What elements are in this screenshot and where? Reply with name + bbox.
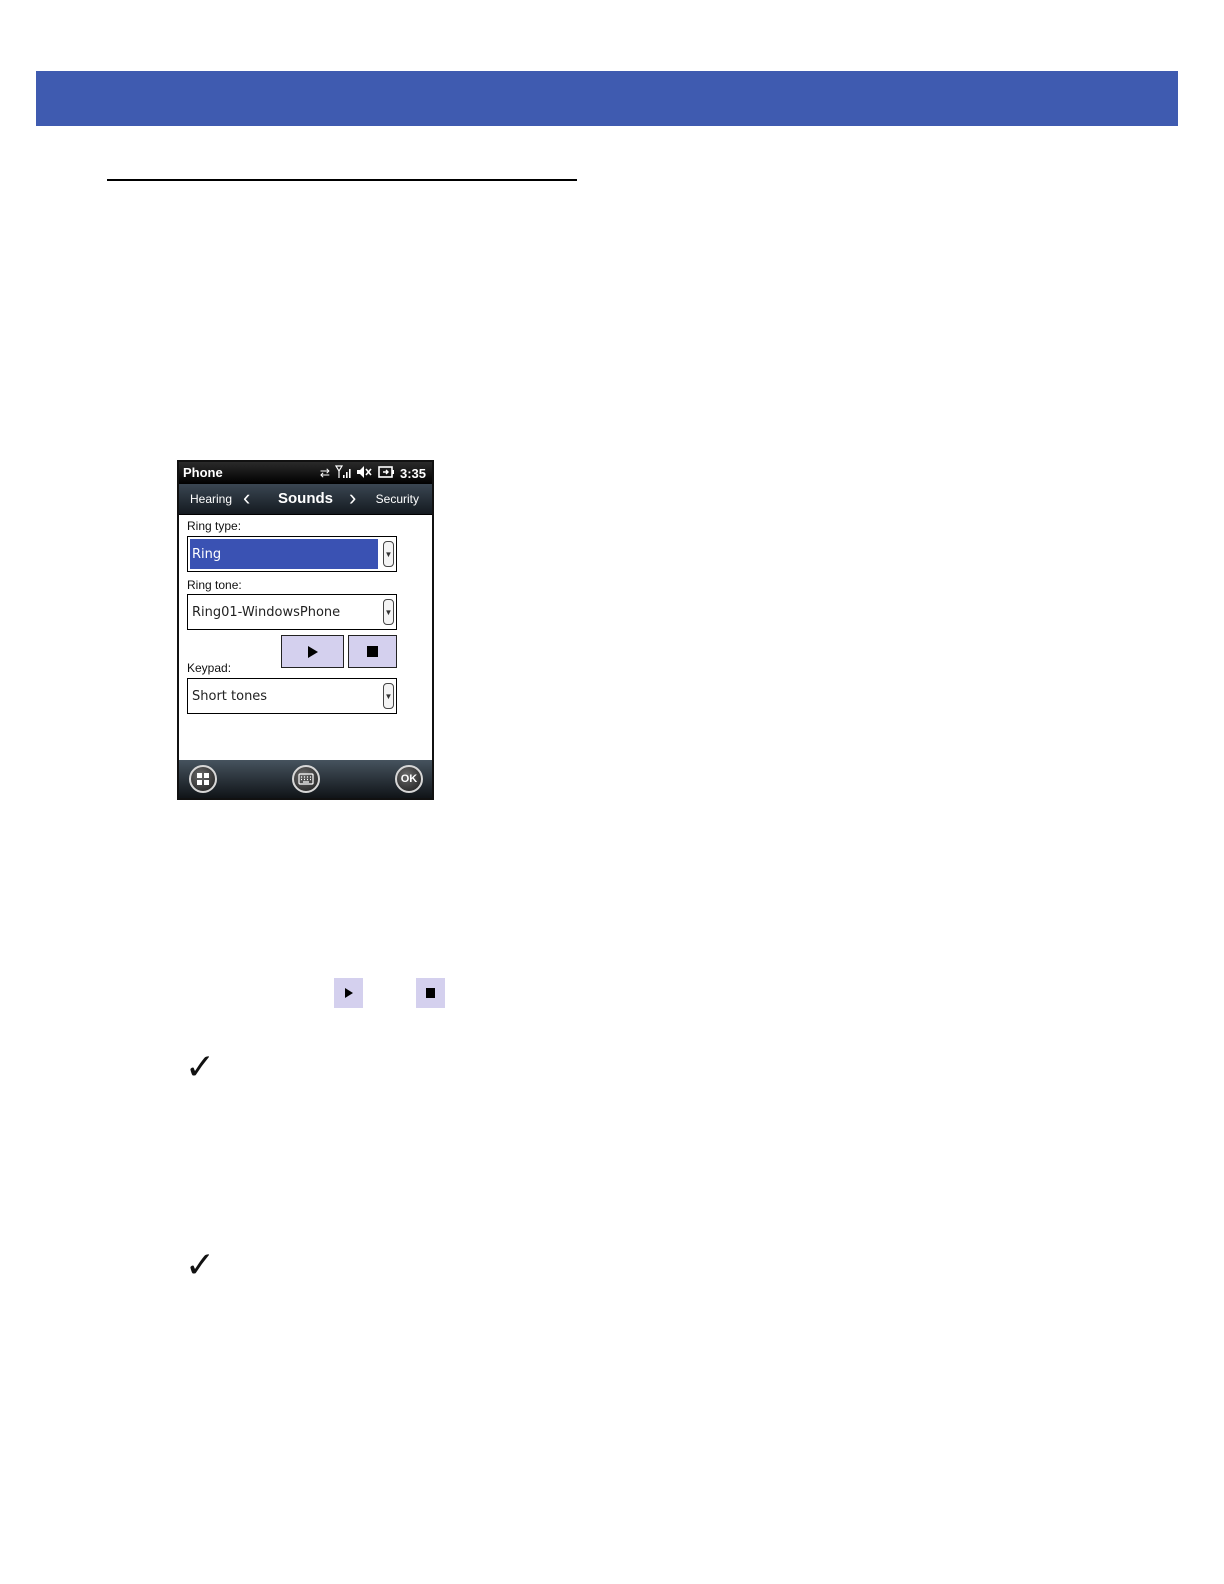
speaker-muted-icon <box>356 465 373 482</box>
play-icon <box>307 645 318 658</box>
sync-icon: ⇄ <box>319 466 330 480</box>
soft-key-bar: OK <box>179 760 432 798</box>
ok-button[interactable]: OK <box>395 765 423 793</box>
ring-type-label: Ring type: <box>187 519 242 533</box>
status-icons: ⇄ 3:35 <box>320 464 426 482</box>
chevron-right-icon[interactable]: › <box>349 485 356 511</box>
tab-security[interactable]: Security <box>376 492 419 506</box>
dropdown-arrow-icon[interactable]: ▼ <box>383 541 394 567</box>
keyboard-button[interactable] <box>292 765 320 793</box>
signal-icon <box>334 464 351 482</box>
keypad-value: Short tones <box>192 688 268 704</box>
chapter-header-bar <box>36 71 1178 126</box>
dropdown-arrow-icon[interactable]: ▼ <box>383 683 394 709</box>
keypad-dropdown[interactable]: Short tones ▼ <box>187 678 397 714</box>
status-bar: Phone ⇄ 3:35 <box>179 462 432 484</box>
section-rule <box>107 179 577 181</box>
status-time: 3:35 <box>399 465 426 481</box>
ring-type-value: Ring <box>190 539 378 569</box>
stop-icon <box>367 646 378 657</box>
ring-tone-value: Ring01-WindowsPhone <box>192 604 341 620</box>
ring-type-dropdown[interactable]: Ring ▼ <box>187 536 397 572</box>
settings-tab-nav: Hearing ‹ Sounds › Security <box>179 484 432 515</box>
ring-tone-dropdown[interactable]: Ring01-WindowsPhone ▼ <box>187 594 397 630</box>
inline-stop-icon <box>416 978 445 1008</box>
dropdown-arrow-icon[interactable]: ▼ <box>383 599 394 625</box>
note-checkmark-icon: ✓ <box>185 1047 216 1088</box>
windows-logo-icon <box>197 773 209 785</box>
status-title: Phone <box>183 465 223 480</box>
battery-icon <box>378 465 395 482</box>
inline-play-icon <box>334 978 363 1008</box>
note-checkmark-icon: ✓ <box>185 1245 216 1286</box>
play-button[interactable] <box>281 635 344 668</box>
stop-button[interactable] <box>348 635 397 668</box>
start-button[interactable] <box>189 765 217 793</box>
keyboard-icon <box>298 773 314 785</box>
phone-sounds-screenshot: Phone ⇄ 3:35 Hearing ‹ Sounds › Security… <box>177 460 434 800</box>
keypad-label: Keypad: <box>187 661 232 675</box>
ring-tone-label: Ring tone: <box>187 578 242 592</box>
